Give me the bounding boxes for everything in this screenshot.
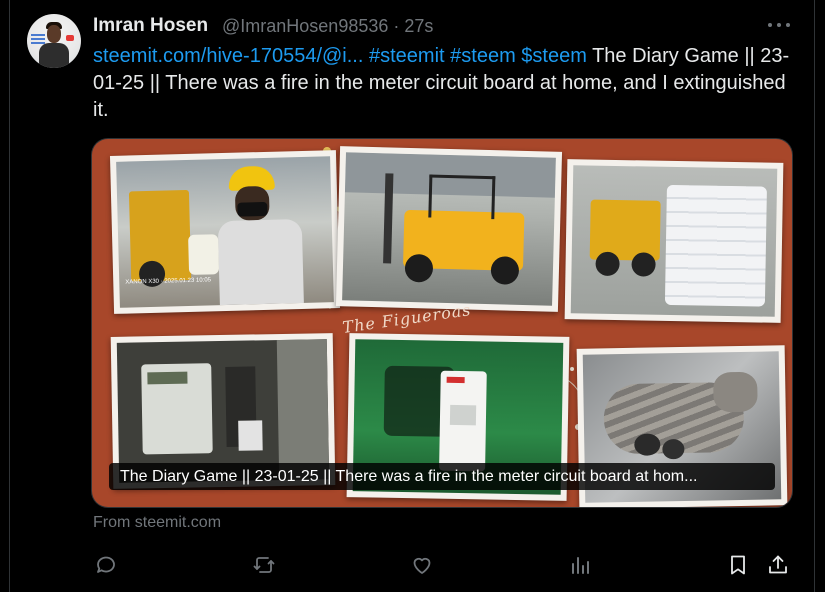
author-name[interactable]: Imran Hosen (93, 15, 208, 37)
photo-forklift-sacks (564, 159, 784, 323)
avatar-face (47, 25, 61, 43)
tweet-time[interactable]: 27s (404, 16, 433, 36)
tweet-text: steemit.com/hive-170554/@i... #steemit #… (93, 43, 793, 124)
author-handle[interactable]: @ImranHosen98536 (222, 16, 388, 36)
photo-stamp: XANON X30 · 2025.01.23 10:05 (125, 277, 212, 286)
card-source[interactable]: From steemit.com (93, 514, 221, 532)
meta-separator: · (393, 16, 400, 36)
hashtag-steemit[interactable]: #steemit (369, 45, 445, 67)
hashtag-steem[interactable]: #steem (450, 45, 516, 67)
share-icon[interactable] (766, 553, 790, 577)
tweet-link[interactable]: steemit.com/hive-170554/@i... (93, 45, 363, 67)
photo-yellow-forklift (335, 146, 563, 312)
photo-worker-forklift: XANON X30 · 2025.01.23 10:05 (109, 150, 341, 314)
bookmark-icon[interactable] (726, 553, 750, 577)
link-card[interactable]: XANON X30 · 2025.01.23 10:05 The Figuero… (92, 139, 792, 507)
reply-icon[interactable] (94, 553, 118, 577)
like-icon[interactable] (410, 553, 434, 577)
more-options-icon[interactable] (766, 18, 792, 32)
avatar[interactable] (27, 14, 81, 68)
youtube-icon (66, 35, 74, 41)
views-icon[interactable] (568, 553, 592, 577)
author-meta: @ImranHosen98536 · 27s (222, 16, 433, 37)
cashtag-steem[interactable]: $steem (521, 45, 587, 67)
card-caption[interactable]: The Diary Game || 23-01-25 || There was … (109, 463, 775, 490)
avatar-shirt (39, 43, 69, 68)
timeline-right-border (814, 0, 815, 592)
timeline-left-border (9, 0, 10, 592)
retweet-icon[interactable] (252, 553, 276, 577)
